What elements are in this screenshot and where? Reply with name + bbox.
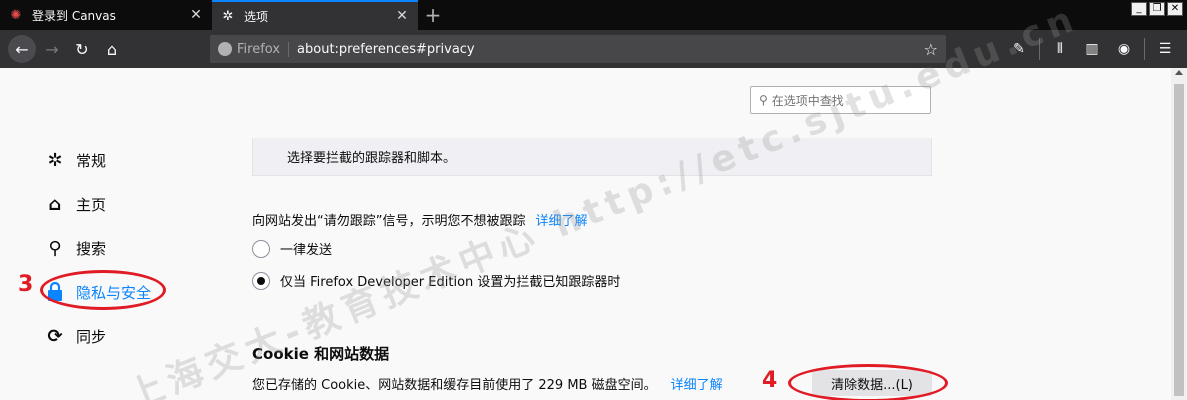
sidebar-button[interactable]: ▥: [1078, 35, 1106, 63]
library-button[interactable]: ⫴: [1046, 35, 1074, 63]
window-controls: _ ❐ ✕: [1131, 2, 1183, 16]
cookie-usage-line: 您已存储的 Cookie、网站数据和缓存目前使用了 229 MB 磁盘空间。 详细…: [252, 374, 723, 393]
sidebar-item-label: 搜索: [76, 239, 107, 258]
url-bar[interactable]: Firefox about:preferences#privacy ☆: [210, 35, 946, 63]
sidebar-item-label: 同步: [76, 327, 107, 346]
close-icon[interactable]: ✕: [394, 8, 410, 24]
home-icon: ⌂: [106, 39, 118, 59]
tab-title: 选项: [244, 9, 269, 24]
back-button[interactable]: ←: [8, 35, 36, 63]
annotation-circle-privacy: [40, 270, 166, 310]
sidebar-item-search[interactable]: ⚲ 搜索: [44, 226, 224, 270]
radio-always-send[interactable]: 一律发送: [252, 239, 332, 258]
restore-button[interactable]: ❐: [1149, 2, 1165, 16]
annotation-number-4: 4: [762, 368, 778, 393]
dnt-text: 向网站发出“请勿跟踪”信号，示明您不想被跟踪: [252, 214, 526, 229]
account-icon: ◉: [1117, 41, 1131, 57]
dnt-learn-more-link[interactable]: 详细了解: [535, 214, 587, 229]
cookie-usage-text: 您已存储的 Cookie、网站数据和缓存目前使用了 229 MB 磁盘空间。: [252, 378, 657, 393]
search-icon: ⚲: [48, 237, 62, 259]
annotation-circle-clear-data: [788, 364, 948, 400]
firefox-icon: [218, 42, 232, 56]
forward-button[interactable]: →: [38, 35, 66, 63]
radio-label: 一律发送: [280, 243, 333, 258]
block-text: 选择要拦截的跟踪器和脚本。: [287, 151, 457, 166]
reload-button[interactable]: ↻: [68, 35, 96, 63]
menu-button[interactable]: ☰: [1151, 35, 1179, 63]
radio-only-when-blocking[interactable]: 仅当 Firefox Developer Edition 设置为拦截已知跟踪器时: [252, 271, 620, 290]
search-input[interactable]: ⚲ 在选项中查找: [750, 86, 931, 114]
tracker-block-box: 选择要拦截的跟踪器和脚本。: [252, 138, 932, 176]
library-icon: ⫴: [1057, 41, 1063, 57]
hamburger-menu-icon: ☰: [1158, 41, 1172, 57]
tab-strip: ✺ 登录到 Canvas ✕ ✲ 选项 ✕ + _ ❐ ✕: [0, 0, 1187, 30]
cookie-learn-more-link[interactable]: 详细了解: [671, 378, 723, 393]
arrow-right-icon: →: [45, 39, 59, 59]
identity-box[interactable]: Firefox: [218, 41, 290, 57]
developer-tools-button[interactable]: ✎: [1005, 35, 1033, 63]
gear-icon: ✲: [222, 8, 234, 24]
sidebar-icon: ▥: [1085, 41, 1099, 57]
vertical-scrollbar[interactable]: [1171, 68, 1187, 400]
radio-label: 仅当 Firefox Developer Edition 设置为拦截已知跟踪器时: [280, 275, 621, 290]
radio-button[interactable]: [252, 239, 270, 258]
annotation-number-3: 3: [18, 272, 34, 297]
nav-bar: ← → ↻ ⌂ Firefox about:preferences#privac…: [0, 30, 1187, 68]
sidebar-item-label: 主页: [76, 195, 107, 214]
do-not-track-line: 向网站发出“请勿跟踪”信号，示明您不想被跟踪 详细了解: [252, 210, 588, 229]
sidebar-item-sync[interactable]: ⟳ 同步: [44, 314, 224, 358]
toolbar-separator: [1144, 38, 1145, 60]
sidebar-item-general[interactable]: ✲ 常规: [44, 138, 224, 182]
wrench-icon: ✎: [1013, 41, 1025, 57]
home-icon: ⌂: [48, 193, 62, 215]
arrow-left-icon: ←: [15, 39, 29, 59]
toolbar-right: ✎ ⫴ ▥ ◉ ☰: [1005, 35, 1179, 63]
minimize-button[interactable]: _: [1131, 2, 1147, 16]
scroll-thumb[interactable]: [1174, 84, 1184, 396]
gear-icon: ✲: [47, 149, 63, 171]
reload-icon: ↻: [75, 39, 89, 59]
sidebar-item-label: 常规: [76, 151, 107, 170]
identity-label: Firefox: [237, 41, 281, 57]
radio-button-checked[interactable]: [252, 271, 270, 290]
search-icon: ⚲: [759, 93, 768, 107]
close-icon[interactable]: ✕: [188, 7, 204, 23]
tab-options[interactable]: ✲ 选项 ✕: [212, 0, 418, 30]
toolbar-separator: [1039, 38, 1040, 60]
scroll-up-arrow[interactable]: [1175, 70, 1183, 75]
new-tab-button[interactable]: +: [418, 0, 448, 30]
url-text[interactable]: about:preferences#privacy: [297, 42, 924, 57]
sidebar-item-home[interactable]: ⌂ 主页: [44, 182, 224, 226]
canvas-logo-icon: ✺: [10, 7, 22, 23]
search-placeholder: 在选项中查找: [771, 93, 844, 108]
account-button[interactable]: ◉: [1110, 35, 1138, 63]
sync-icon: ⟳: [47, 325, 63, 347]
preferences-content: ⚲ 在选项中查找 ✲ 常规 ⌂ 主页 ⚲ 搜索 隐私与安全 ⟳ 同步 3 选择要…: [8, 0, 1171, 400]
home-button[interactable]: ⌂: [98, 35, 126, 63]
tab-canvas-login[interactable]: ✺ 登录到 Canvas ✕: [0, 0, 212, 30]
cookie-section-title: Cookie 和网站数据: [252, 345, 390, 363]
tab-title: 登录到 Canvas: [32, 8, 116, 23]
bookmark-star-icon[interactable]: ☆: [924, 40, 938, 59]
category-sidebar: ✲ 常规 ⌂ 主页 ⚲ 搜索 隐私与安全 ⟳ 同步: [44, 138, 224, 358]
close-window-button[interactable]: ✕: [1167, 2, 1183, 16]
